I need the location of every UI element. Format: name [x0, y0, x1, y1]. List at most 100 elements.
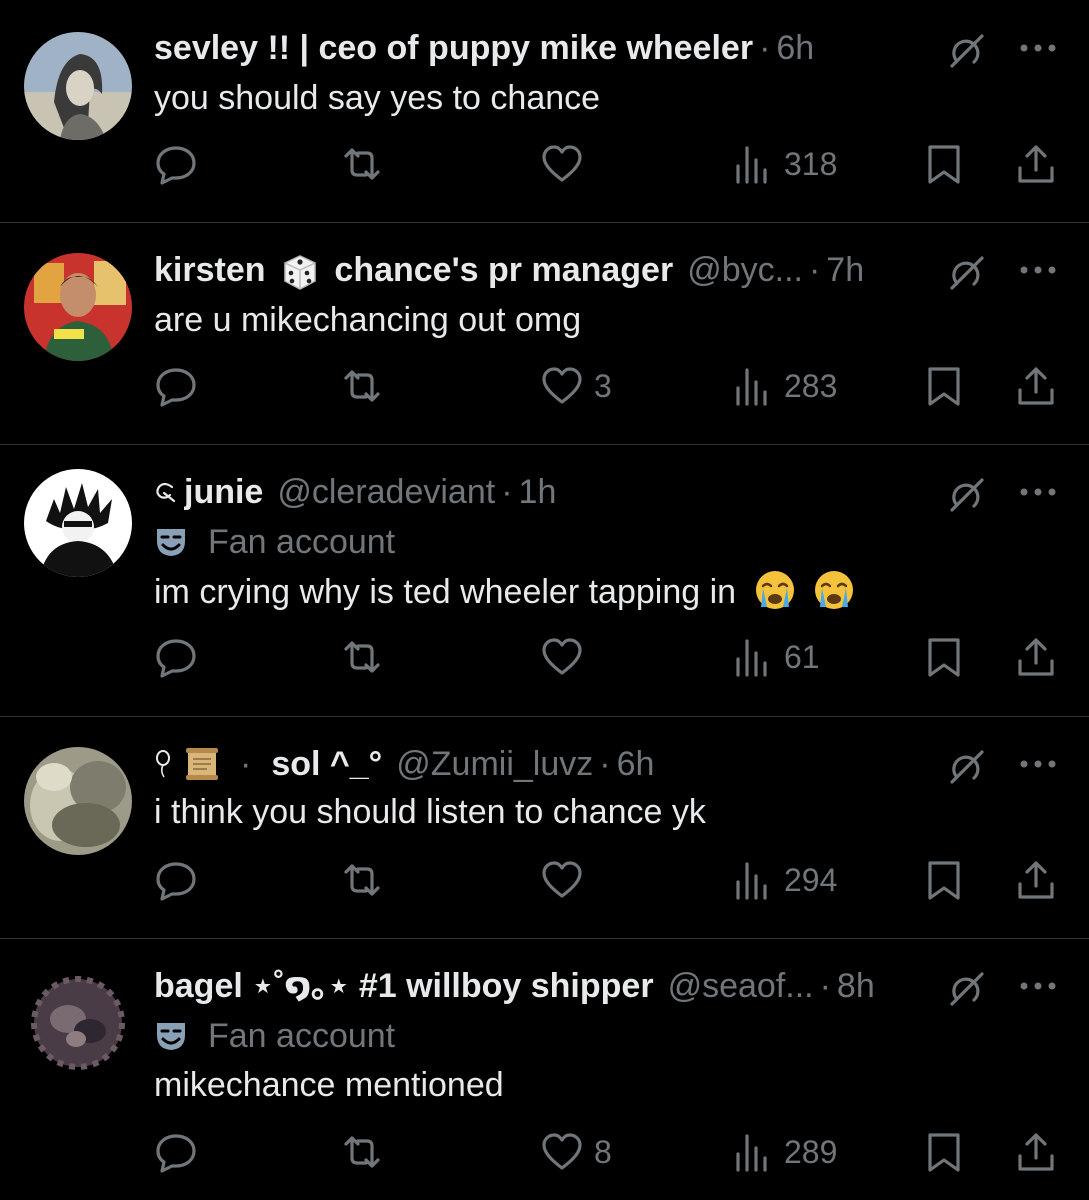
- bookmark-icon: [928, 861, 960, 900]
- reply-item[interactable]: bagel ⋆˚໑｡⋆ #1 willboy shipper @seaof...…: [0, 939, 1089, 1200]
- like-button[interactable]: 8: [540, 1128, 612, 1176]
- display-name[interactable]: kirsten chance's pr manager: [154, 248, 673, 292]
- repost-button[interactable]: [340, 633, 394, 681]
- reply-item[interactable]: kirsten chance's pr manager @byc... · 7h…: [0, 223, 1089, 445]
- share-button[interactable]: [1014, 856, 1058, 904]
- reply-button[interactable]: [154, 362, 208, 410]
- more-icon[interactable]: [1018, 482, 1058, 502]
- like-button[interactable]: 3: [540, 362, 612, 410]
- reply-header: bagel ⋆˚໑｡⋆ #1 willboy shipper @seaof...…: [154, 964, 929, 1008]
- views-button[interactable]: 61: [730, 633, 820, 681]
- separator-dot: ·: [759, 29, 771, 67]
- grok-icon[interactable]: [944, 744, 988, 788]
- repost-button[interactable]: [340, 856, 394, 904]
- avatar[interactable]: [24, 253, 132, 361]
- avatar[interactable]: [24, 469, 132, 577]
- share-icon: [1018, 1133, 1054, 1171]
- more-icon[interactable]: [1018, 260, 1058, 280]
- more-icon[interactable]: [1018, 976, 1058, 996]
- grok-icon[interactable]: [944, 966, 988, 1010]
- bookmark-button[interactable]: [922, 856, 966, 904]
- avatar[interactable]: [24, 32, 132, 140]
- views-button[interactable]: 289: [730, 1128, 837, 1176]
- views-icon: [736, 639, 767, 677]
- bookmark-icon: [928, 1133, 960, 1172]
- more-icon[interactable]: [1018, 754, 1058, 774]
- repost-icon: [344, 370, 380, 402]
- timestamp[interactable]: 6h: [776, 26, 814, 70]
- reply-item[interactable]: sevley !! | ceo of puppy mike wheeler · …: [0, 0, 1089, 223]
- grok-icon[interactable]: [944, 28, 988, 72]
- display-name[interactable]: sevley !! | ceo of puppy mike wheeler: [154, 26, 753, 70]
- like-button[interactable]: [540, 856, 594, 904]
- reply-button[interactable]: [154, 633, 208, 681]
- views-icon: [736, 368, 767, 406]
- reply-text: mikechance mentioned: [154, 1066, 504, 1104]
- reply-item[interactable]: · sol ^_° @Zumii_luvz · 6h i think you s…: [0, 717, 1089, 939]
- repost-icon: [344, 148, 380, 180]
- grok-icon[interactable]: [944, 250, 988, 294]
- bookmark-icon: [928, 638, 960, 677]
- reply-button[interactable]: [154, 856, 208, 904]
- avatar[interactable]: [24, 969, 132, 1077]
- bookmark-button[interactable]: [922, 1128, 966, 1176]
- theater-mask-icon: [157, 529, 185, 556]
- handle[interactable]: @byc...: [687, 248, 803, 292]
- flourish-icon: [156, 482, 176, 503]
- separator-dot: ·: [808, 251, 821, 289]
- reply-icon: [156, 1134, 196, 1173]
- action-bar: 3 283: [154, 362, 1064, 410]
- bookmark-button[interactable]: [922, 362, 966, 410]
- timestamp[interactable]: 8h: [837, 964, 875, 1008]
- separator-dot: ·: [501, 473, 513, 511]
- repost-button[interactable]: [340, 140, 394, 188]
- reply-header: · sol ^_° @Zumii_luvz · 6h: [154, 742, 929, 786]
- avatar[interactable]: [24, 747, 132, 855]
- separator-dot: ·: [599, 745, 611, 783]
- reply-text: im crying why is ted wheeler tapping in: [154, 569, 939, 614]
- timestamp[interactable]: 1h: [519, 470, 557, 514]
- like-button[interactable]: [540, 633, 594, 681]
- reply-header: kirsten chance's pr manager @byc... · 7h: [154, 248, 929, 292]
- timestamp[interactable]: 6h: [617, 742, 655, 786]
- display-name[interactable]: bagel ⋆˚໑｡⋆ #1 willboy shipper: [154, 964, 654, 1008]
- reply-text: you should say yes to chance: [154, 79, 601, 117]
- views-button[interactable]: 318: [730, 140, 837, 188]
- share-icon: [1018, 145, 1054, 183]
- scroll-icon: [186, 748, 218, 780]
- repost-button[interactable]: [340, 1128, 394, 1176]
- reply-button[interactable]: [154, 1128, 208, 1176]
- share-button[interactable]: [1014, 362, 1058, 410]
- more-icon[interactable]: [1018, 38, 1058, 58]
- share-button[interactable]: [1014, 140, 1058, 188]
- grok-icon[interactable]: [944, 472, 988, 516]
- dice-icon: [284, 254, 316, 290]
- timestamp[interactable]: 7h: [826, 248, 864, 292]
- display-name[interactable]: junie: [184, 470, 263, 514]
- views-button[interactable]: 294: [730, 856, 837, 904]
- display-name[interactable]: sol ^_°: [271, 742, 382, 786]
- loudly-crying-face-emoji: [755, 571, 794, 609]
- repost-icon: [344, 864, 380, 896]
- like-button[interactable]: [540, 140, 594, 188]
- share-button[interactable]: [1014, 633, 1058, 681]
- reply-text: are u mikechancing out omg: [154, 301, 582, 339]
- views-icon: [736, 1134, 767, 1172]
- action-bar: 61: [154, 633, 1064, 681]
- handle[interactable]: @cleradeviant: [277, 470, 495, 514]
- views-button[interactable]: 283: [730, 362, 837, 410]
- handle[interactable]: @Zumii_luvz: [396, 742, 593, 786]
- separator-dot: ·: [819, 967, 831, 1005]
- heart-icon: [542, 145, 582, 182]
- theater-mask-icon: [157, 1023, 185, 1050]
- reply-item[interactable]: junie @cleradeviant · 1h Fan account im …: [0, 445, 1089, 717]
- balloon-icon: [156, 750, 170, 778]
- reply-button[interactable]: [154, 140, 208, 188]
- repost-button[interactable]: [340, 362, 394, 410]
- handle[interactable]: @seaof...: [668, 964, 814, 1008]
- action-bar: 294: [154, 856, 1064, 904]
- heart-icon: [542, 861, 582, 898]
- share-button[interactable]: [1014, 1128, 1058, 1176]
- bookmark-button[interactable]: [922, 140, 966, 188]
- bookmark-button[interactable]: [922, 633, 966, 681]
